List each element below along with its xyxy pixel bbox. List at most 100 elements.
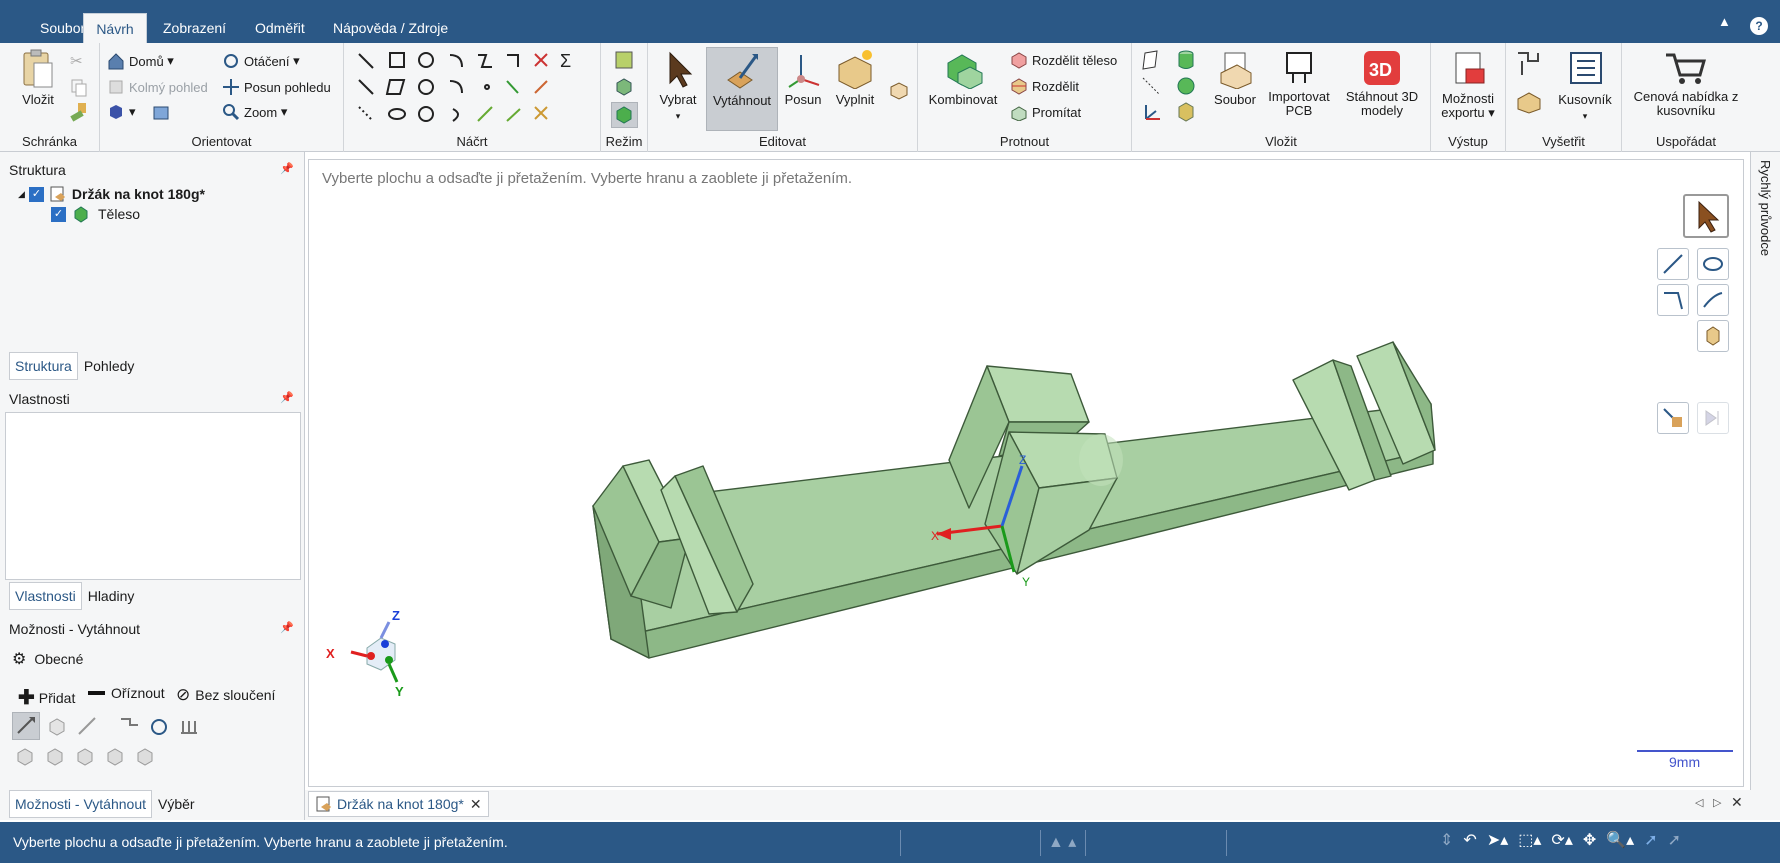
general-section[interactable]: ⚙ Obecné (12, 649, 83, 669)
pin-icon[interactable]: 📌 (280, 621, 294, 634)
checkbox-icon[interactable]: ✓ (51, 206, 66, 222)
draft-icon[interactable] (14, 745, 36, 767)
pan-button[interactable]: Posun pohledu (222, 78, 331, 96)
tab-properties[interactable]: Vlastnosti (9, 582, 82, 610)
model-wick-holder[interactable]: X Z Y Z X Y (309, 160, 1745, 788)
combine-button[interactable]: Kombinovat (926, 49, 1000, 107)
move-button[interactable]: Posun (780, 49, 826, 107)
cut-option[interactable]: Oříznout (88, 685, 165, 701)
properties-grid[interactable] (5, 412, 301, 580)
offset-icon[interactable] (104, 745, 126, 767)
home-button[interactable]: Domů ▾ (107, 52, 174, 70)
quick-guide-strip[interactable]: Rychlý průvodce (1750, 152, 1780, 820)
fill-button[interactable]: Vyplnit (832, 49, 878, 107)
sphere-icon[interactable] (1175, 75, 1197, 97)
spin-view-icon[interactable] (150, 101, 172, 123)
scroll-left-icon[interactable]: ◁ (1695, 796, 1703, 809)
move-status-icon[interactable]: ➚ (1668, 830, 1681, 850)
sketch-tools-icons[interactable]: Σ (350, 47, 600, 125)
tab-selection[interactable]: Výběr (152, 790, 201, 818)
cut-icon[interactable]: ✂ (68, 49, 90, 71)
pull-direction-tool[interactable] (12, 712, 40, 740)
undo-selection-icon[interactable]: ↶ (1463, 830, 1476, 850)
tab-odmerit[interactable]: Odměřit (245, 13, 315, 43)
document-tab[interactable]: Držák na knot 180g* ✕ (308, 791, 489, 817)
pin-icon[interactable]: 📌 (280, 391, 294, 404)
pan-status-icon[interactable]: ✥ (1583, 830, 1596, 850)
no-merge-option[interactable]: ⊘ Bez sloučení (176, 685, 275, 705)
up-to-icon[interactable] (46, 715, 68, 737)
nudge-icon[interactable]: ⇕ (1440, 830, 1453, 850)
help-icon[interactable]: ? (1750, 17, 1768, 35)
complete-button[interactable] (1657, 402, 1689, 434)
orientation-cube[interactable] (350, 621, 399, 683)
pull-direction-button[interactable] (1657, 248, 1689, 280)
collapse-icon[interactable]: ◢ (18, 189, 25, 200)
tab-layers[interactable]: Hladiny (82, 582, 141, 610)
tab-napoveda[interactable]: Nápověda / Zdroje (323, 13, 458, 43)
split-body-button[interactable]: Rozdělit těleso (1010, 51, 1117, 69)
format-painter-icon[interactable] (68, 101, 90, 123)
next-button[interactable] (1697, 402, 1729, 434)
origin-icon[interactable] (1140, 101, 1162, 123)
revolve-axis-button[interactable] (1697, 248, 1729, 280)
sketch-mode-icon[interactable] (613, 49, 635, 71)
shell-icon[interactable] (1175, 101, 1197, 123)
normal-view-button[interactable]: Kolmý pohled (107, 78, 208, 96)
quick-guide-label[interactable]: Rychlý průvodce (1758, 160, 1773, 256)
zoom-button[interactable]: Zoom ▾ (222, 103, 287, 121)
tree-child-item[interactable]: ✓ Těleso (51, 205, 140, 223)
scroll-right-icon[interactable]: ▷ (1713, 796, 1721, 809)
revolve-icon[interactable] (148, 715, 170, 737)
plane-icon[interactable] (1140, 49, 1162, 71)
tree-root-item[interactable]: ◢ ✓ Držák na knot 180g* (18, 185, 205, 203)
blend-option-icon[interactable] (44, 745, 66, 767)
select-tool-button[interactable] (1683, 194, 1729, 238)
box-select-icon[interactable]: ⬚▴ (1518, 830, 1541, 850)
ruler-icon[interactable] (118, 715, 140, 737)
select-button[interactable]: Vybrat ▾ (656, 49, 700, 122)
view-cube-dropdown[interactable]: ▾ (107, 103, 136, 121)
zoom-status-icon[interactable]: 🔍▴ (1606, 830, 1634, 850)
export-options-button[interactable]: Možnosti exportu ▾ (1435, 49, 1501, 120)
download-3d-models-button[interactable]: 3D Stáhnout 3D modely (1340, 49, 1424, 118)
check-geometry-icon[interactable] (1514, 87, 1544, 115)
both-sides-icon[interactable] (76, 715, 98, 737)
insert-file-button[interactable]: Soubor (1210, 49, 1260, 107)
up-to-button[interactable] (1697, 320, 1729, 352)
extrude-icon[interactable] (74, 745, 96, 767)
rotate-button[interactable]: Otáčení ▾ (222, 52, 300, 70)
spin-icon[interactable]: ⟳▴ (1551, 830, 1572, 850)
thicken-icon[interactable] (134, 745, 156, 767)
minimize-ribbon-icon[interactable]: ▲ (1718, 14, 1731, 29)
sweep-icon[interactable] (178, 715, 200, 737)
3d-mode-button[interactable] (611, 102, 638, 128)
cylinder-icon[interactable] (1175, 49, 1197, 71)
draft-button[interactable] (1697, 284, 1729, 316)
measure-icon[interactable] (1514, 49, 1544, 77)
select-mode-icon[interactable]: ➤▴ (1487, 830, 1508, 850)
close-tab-icon[interactable]: ✕ (470, 796, 482, 813)
checkbox-icon[interactable]: ✓ (28, 186, 44, 202)
quote-from-bom-button[interactable]: Cenová nabídka z kusovníku (1626, 49, 1746, 118)
copy-icon[interactable] (68, 76, 90, 98)
blend-icon[interactable] (888, 79, 910, 101)
tab-zobrazeni[interactable]: Zobrazení (153, 13, 236, 43)
pull-button[interactable]: Vytáhnout (706, 47, 778, 131)
tab-views[interactable]: Pohledy (78, 352, 141, 380)
section-mode-icon[interactable] (613, 76, 635, 98)
sweep-path-button[interactable] (1657, 284, 1689, 316)
pin-icon[interactable]: 📌 (280, 162, 294, 175)
3d-viewport[interactable]: Vyberte plochu a odsaďte ji přetažením. … (308, 159, 1744, 787)
warning-icon[interactable]: ▲ ▴ (1048, 832, 1076, 852)
tab-navrh[interactable]: Návrh (83, 13, 147, 43)
import-pcb-button[interactable]: Importovat PCB (1264, 49, 1334, 118)
project-button[interactable]: Promítat (1010, 103, 1081, 121)
paste-button[interactable]: Vložit (16, 49, 60, 107)
add-option[interactable]: ✚ Přidat (18, 685, 75, 710)
split-button[interactable]: Rozdělit (1010, 77, 1079, 95)
tab-structure[interactable]: Struktura (9, 352, 78, 380)
pull-status-icon[interactable]: ➚ (1644, 830, 1657, 850)
close-all-icon[interactable]: ✕ (1731, 794, 1743, 811)
bom-button[interactable]: Kusovník ▾ (1552, 49, 1618, 122)
